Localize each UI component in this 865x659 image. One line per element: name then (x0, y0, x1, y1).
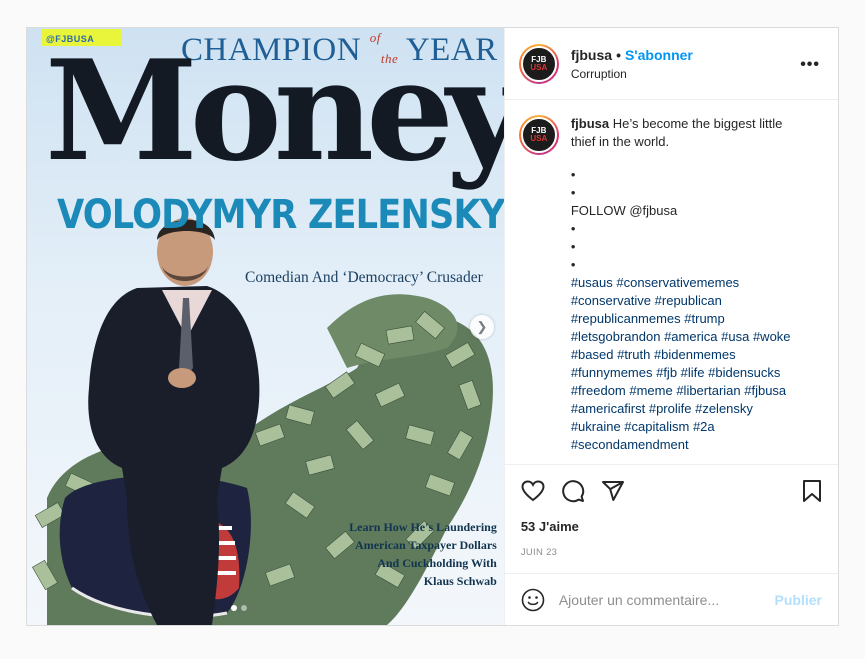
caption-line: • (570, 167, 576, 182)
post-image[interactable]: @FJBUSA CHAMPION ofthe YEAR Money VOLODY… (27, 28, 504, 625)
publish-button[interactable]: Publier (775, 592, 822, 608)
cover-subtitle: Comedian And ‘Democracy’ Crusader (245, 269, 483, 286)
caption-line: • (570, 221, 576, 236)
header-text: fjbusa • S'abonner Corruption (571, 47, 693, 81)
blurb-line: Klaus Schwab (423, 574, 497, 588)
magazine-title: Money (45, 29, 504, 192)
location-link[interactable]: Corruption (571, 67, 693, 81)
chevron-right-icon[interactable]: ❯ (470, 315, 494, 339)
emoji-icon[interactable] (521, 588, 545, 612)
carousel-dot (241, 605, 247, 611)
avatar[interactable]: FJB USA (518, 43, 559, 84)
caption-username[interactable]: fjbusa (571, 116, 609, 131)
caption-lines: • • FOLLOW @fjbusa • • • (571, 166, 806, 274)
caption-hashtags[interactable]: #usaus #conservativememes #conservative … (571, 274, 806, 454)
avatar-image: FJB USA (520, 117, 557, 153)
avatar-text-bottom: USA (530, 134, 548, 143)
caption-line: • (570, 185, 576, 200)
bookmark-icon[interactable] (802, 479, 822, 503)
post-header: FJB USA fjbusa • S'abonner Corruption ••• (504, 28, 838, 100)
follow-button[interactable]: S'abonner (625, 47, 693, 63)
caption-line: FOLLOW @fjbusa (570, 203, 678, 218)
likes-count[interactable]: 53 J'aime (505, 519, 838, 534)
instagram-post: @FJBUSA CHAMPION ofthe YEAR Money VOLODY… (26, 27, 839, 626)
carousel-dot (231, 605, 237, 611)
blurb-line: And Cuckholding With (377, 556, 497, 570)
more-options-icon[interactable]: ••• (800, 56, 820, 74)
cover-person-name: VOLODYMYR ZELENSKY (57, 192, 504, 238)
caption-line: • (570, 257, 576, 272)
post-date: JUIN 23 (520, 547, 558, 558)
avatar-image: FJB USA (520, 45, 557, 82)
share-icon[interactable] (601, 479, 625, 503)
cover-blurb: Learn How He's Laundering American Taxpa… (349, 518, 497, 590)
caption-line: • (570, 239, 576, 254)
action-bar (505, 465, 838, 517)
user-row: fjbusa • S'abonner (571, 47, 693, 63)
avatar-text-bottom: USA (530, 62, 548, 72)
comment-input[interactable]: Ajouter un commentaire... (559, 592, 775, 608)
caption-area: FJB USA fjbusa He’s become the biggest li… (504, 100, 838, 465)
heart-icon[interactable] (521, 479, 545, 503)
username-link[interactable]: fjbusa (571, 47, 612, 63)
comment-form: Ajouter un commentaire... Publier (504, 573, 838, 625)
blurb-line: Learn How He's Laundering (349, 520, 497, 534)
comment-icon[interactable] (561, 479, 585, 503)
caption-text: fjbusa He’s become the biggest little th… (571, 115, 806, 464)
caption-avatar[interactable]: FJB USA (518, 115, 559, 155)
post-sidebar: FJB USA fjbusa • S'abonner Corruption ••• F… (503, 28, 838, 625)
carousel-indicator (231, 605, 247, 611)
blurb-line: American Taxpayer Dollars (355, 538, 497, 552)
separator: • (616, 46, 621, 63)
